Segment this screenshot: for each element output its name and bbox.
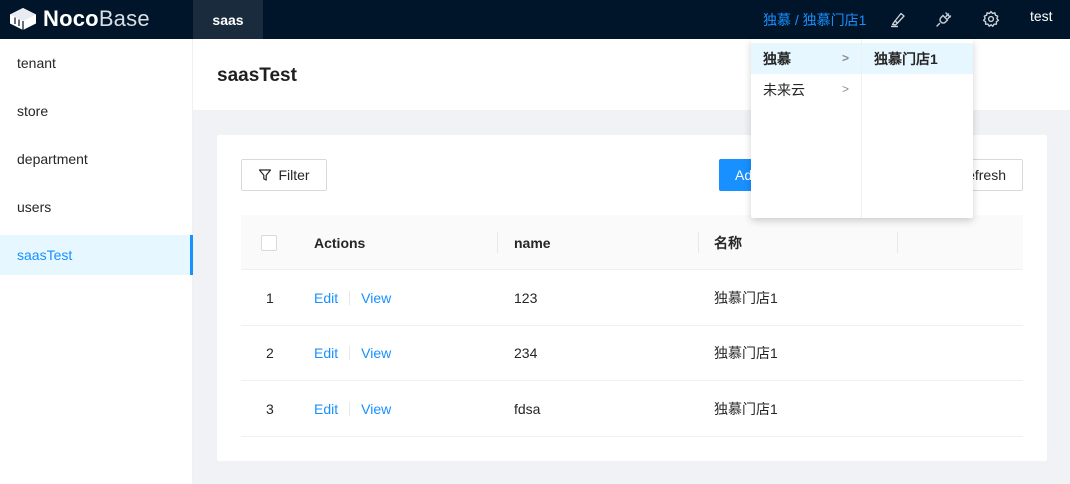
cell-title: 独慕门店1 bbox=[714, 400, 778, 417]
noco-logo-icon bbox=[10, 8, 36, 30]
cascader-option-weilaiyun[interactable]: 未来云 > bbox=[751, 74, 861, 105]
app-logo[interactable]: NocoBase bbox=[8, 6, 150, 32]
logo-text: NocoBase bbox=[43, 7, 150, 31]
table-row: 3 Edit View fdsa 独慕门店1 bbox=[241, 381, 1023, 437]
cell-title: 独慕门店1 bbox=[714, 345, 778, 361]
select-all-checkbox[interactable] bbox=[261, 234, 277, 251]
top-header: NocoBase saas 独慕 / 独慕门店1 test bbox=[0, 0, 1070, 39]
cell-name: 123 bbox=[514, 289, 538, 306]
column-header-title[interactable]: 名称 bbox=[714, 215, 742, 270]
table-row: 2 Edit View 234 独慕门店1 bbox=[241, 326, 1023, 381]
plug-icon bbox=[936, 12, 952, 27]
row-actions: Edit View bbox=[314, 326, 391, 381]
cascader-option-label: 独慕门店1 bbox=[874, 50, 938, 67]
cell-name: 234 bbox=[514, 345, 538, 361]
user-menu[interactable]: test bbox=[1030, 0, 1053, 32]
tenant-selector[interactable]: 独慕 / 独慕门店1 bbox=[763, 0, 866, 39]
filter-funnel-icon bbox=[259, 169, 272, 181]
action-divider bbox=[349, 401, 351, 416]
action-divider bbox=[349, 290, 351, 305]
column-divider bbox=[897, 232, 898, 253]
action-divider bbox=[349, 346, 351, 360]
column-divider bbox=[497, 232, 498, 253]
edit-link[interactable]: Edit bbox=[314, 401, 338, 417]
row-index: 2 bbox=[266, 345, 274, 361]
table-header: Actions name 名称 bbox=[241, 215, 1023, 270]
table-row: 1 Edit View 123 独慕门店1 bbox=[241, 270, 1023, 326]
cascader-option-dumu[interactable]: 独慕 > bbox=[751, 43, 861, 74]
view-link[interactable]: View bbox=[361, 290, 391, 306]
column-header-name[interactable]: name bbox=[514, 215, 551, 270]
cell-name: fdsa bbox=[514, 400, 541, 417]
sidebar-item-department[interactable]: department bbox=[0, 139, 193, 179]
chevron-right-icon: > bbox=[841, 82, 849, 96]
row-index: 3 bbox=[266, 400, 274, 417]
data-table: Actions name 名称 1 Edit View 123 独慕门店1 2 … bbox=[241, 215, 1023, 437]
gear-icon bbox=[982, 10, 1000, 27]
row-actions: Edit View bbox=[314, 381, 391, 436]
plugins-button[interactable] bbox=[934, 9, 954, 29]
logo-text-bold: Noco bbox=[43, 6, 99, 31]
cascader-option-label: 独慕 bbox=[763, 50, 791, 67]
settings-button[interactable] bbox=[981, 9, 1001, 29]
highlighter-icon bbox=[891, 12, 905, 28]
row-index: 1 bbox=[266, 289, 274, 306]
view-link[interactable]: View bbox=[361, 401, 391, 417]
column-header-actions: Actions bbox=[314, 234, 366, 251]
filter-button-label: Filter bbox=[278, 167, 310, 183]
sidebar-item-saastest[interactable]: saasTest bbox=[0, 235, 193, 275]
tenant-cascader-dropdown: 独慕 > 未来云 > 独慕门店1 bbox=[751, 39, 973, 218]
logo-text-light: Base bbox=[98, 6, 150, 31]
edit-link[interactable]: Edit bbox=[314, 345, 338, 361]
filter-button[interactable]: Filter bbox=[241, 159, 327, 191]
sidebar-item-store[interactable]: store bbox=[0, 91, 193, 131]
sidebar-item-tenant[interactable]: tenant bbox=[0, 43, 193, 83]
cascader-column-level1: 独慕 > 未来云 > bbox=[751, 39, 862, 218]
tab-saas[interactable]: saas bbox=[193, 0, 263, 39]
cascader-column-level2: 独慕门店1 bbox=[862, 39, 973, 218]
column-divider bbox=[698, 232, 699, 253]
view-link[interactable]: View bbox=[361, 345, 391, 361]
chevron-right-icon: > bbox=[841, 51, 849, 65]
cell-title: 独慕门店1 bbox=[714, 289, 778, 306]
sidebar: tenant store department users saasTest bbox=[0, 39, 193, 484]
select-all-cell bbox=[261, 215, 277, 270]
sidebar-item-users[interactable]: users bbox=[0, 187, 193, 227]
edit-link[interactable]: Edit bbox=[314, 290, 338, 306]
row-actions: Edit View bbox=[314, 270, 391, 325]
page-title: saasTest bbox=[217, 65, 297, 86]
cascader-option-label: 未来云 bbox=[763, 81, 805, 98]
cascader-option-dumu-store1[interactable]: 独慕门店1 bbox=[862, 43, 973, 74]
designer-toggle-button[interactable] bbox=[888, 9, 908, 29]
